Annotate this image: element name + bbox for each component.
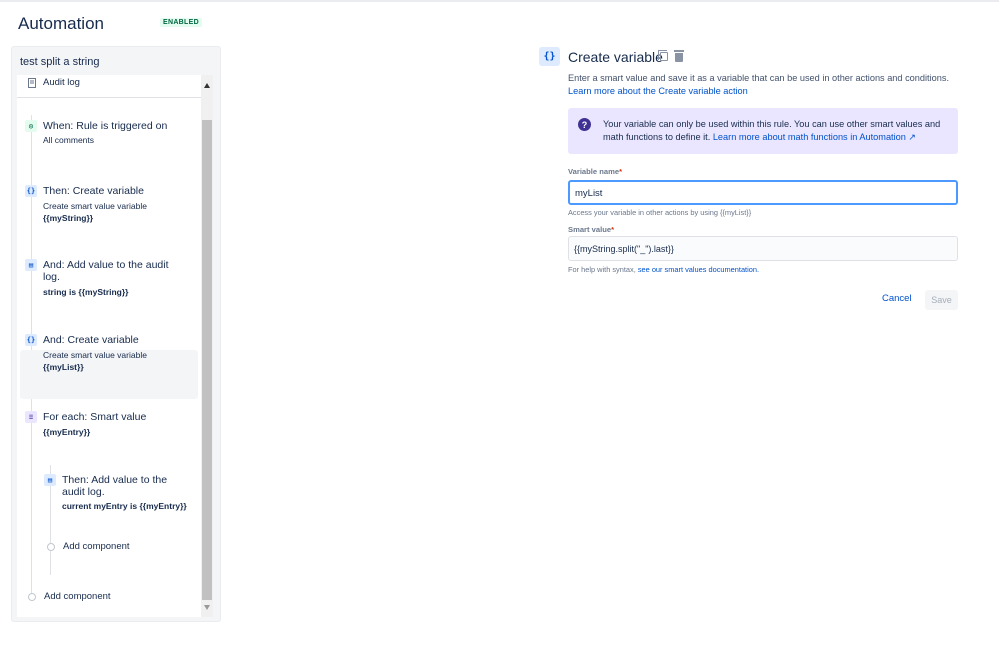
page-title: Automation [18, 14, 104, 33]
save-button[interactable]: Save [925, 290, 958, 310]
smart-value-help: For help with syntax, see our smart valu… [568, 265, 759, 274]
create-variable-step[interactable]: {} Then: Create variable Create smart va… [25, 185, 195, 225]
step-title: For each: Smart value [43, 411, 147, 423]
trigger-step[interactable]: ◎ When: Rule is triggered on All comment… [25, 120, 195, 150]
editor-title: Create variable [568, 49, 663, 65]
branch-icon: ≡ [25, 411, 37, 423]
description-text: Enter a smart value and save it as a var… [568, 73, 949, 83]
step-value: {{myString}} [43, 213, 94, 223]
step-subtitle: All comments [43, 135, 95, 145]
create-variable-step-selected[interactable]: {} And: Create variable Create smart val… [25, 334, 195, 374]
trash-icon[interactable] [674, 50, 684, 62]
scrollbar[interactable] [201, 75, 213, 617]
variable-name-help: Access your variable in other actions by… [568, 208, 752, 217]
audit-log-link[interactable]: Audit log [17, 75, 201, 98]
cancel-button[interactable]: Cancel [882, 293, 912, 304]
info-panel: ? Your variable can only be used within … [568, 108, 958, 154]
math-functions-link[interactable]: Learn more about math functions in Autom… [713, 132, 916, 142]
step-title: And: Create variable [43, 334, 139, 346]
rule-panel: test split a string Audit log ◎ When: Ru… [11, 46, 221, 622]
step-value: current myEntry is {{myEntry}} [62, 501, 187, 511]
add-component-inner-button[interactable]: Add component [63, 541, 130, 552]
step-title: Then: Create variable [43, 185, 144, 197]
step-subtitle: Create smart value variable [43, 201, 147, 211]
scrollbar-thumb[interactable] [202, 120, 212, 600]
step-value: {{myList}} [43, 362, 84, 372]
smart-value-label: Smart value* [568, 225, 615, 234]
step-title: Then: Add value to the audit log. [62, 474, 168, 498]
step-value: string is {{myString}} [43, 287, 129, 297]
variable-name-field[interactable]: myList [568, 180, 958, 205]
variable-name-label: Variable name* [568, 167, 623, 176]
step-value: {{myEntry}} [43, 427, 91, 437]
smart-value-help-text: For help with syntax, [568, 265, 636, 274]
top-divider [0, 0, 999, 2]
add-component-button[interactable]: Add component [44, 591, 111, 602]
variable-icon: {} [25, 185, 37, 197]
nested-audit-log-step[interactable]: ▤ Then: Add value to the audit log. curr… [44, 474, 204, 514]
rule-component-list: Audit log ◎ When: Rule is triggered on A… [17, 75, 210, 617]
scroll-up-arrow-icon[interactable] [204, 83, 210, 88]
learn-more-link[interactable]: Learn more about the Create variable act… [568, 86, 748, 96]
step-subtitle: Create smart value variable [43, 350, 147, 360]
status-badge: ENABLED [160, 18, 202, 27]
variable-icon: {} [25, 334, 37, 346]
document-icon [28, 78, 36, 88]
trigger-icon: ◎ [25, 120, 37, 132]
rule-name[interactable]: test split a string [20, 56, 99, 68]
editor-description: Enter a smart value and save it as a var… [568, 72, 962, 98]
add-component-dot [28, 593, 36, 601]
component-editor: {} Create variable Enter a smart value a… [539, 45, 959, 315]
step-title: And: Add value to the audit log. [43, 259, 169, 283]
variable-icon: {} [539, 47, 560, 66]
question-icon: ? [578, 118, 591, 131]
smart-value-field[interactable]: {{myString.split("_").last}} [568, 236, 958, 261]
smart-values-docs-link[interactable]: see our smart values documentation. [638, 265, 759, 274]
scroll-down-arrow-icon[interactable] [204, 605, 210, 610]
copy-icon[interactable] [658, 50, 668, 61]
add-component-dot [47, 543, 55, 551]
audit-log-icon: ▤ [44, 474, 56, 486]
step-title: When: Rule is triggered on [43, 120, 168, 132]
audit-log-icon: ▤ [25, 259, 37, 271]
audit-log-step[interactable]: ▤ And: Add value to the audit log. strin… [25, 259, 195, 299]
info-text: Your variable can only be used within th… [603, 118, 943, 144]
for-each-branch-step[interactable]: ≡ For each: Smart value {{myEntry}} [25, 411, 195, 443]
audit-log-label: Audit log [43, 77, 80, 88]
